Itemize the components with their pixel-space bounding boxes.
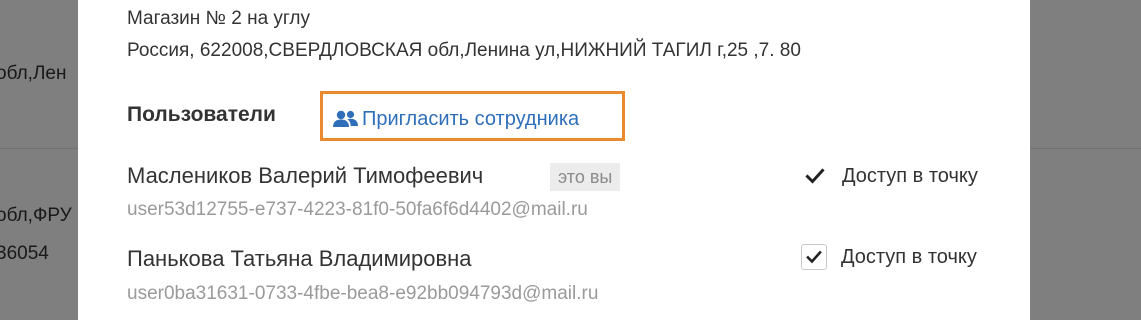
checkmark-icon [806,250,822,264]
user-email: user0ba31631-0733-4fbe-bea8-e92bb094793d… [127,283,599,304]
current-user-badge: это вы [550,163,621,191]
user-email: user53d12755-e737-4223-81f0-50fa6f6d4402… [127,199,588,220]
access-toggle[interactable]: Доступ в точку [801,243,977,271]
invite-employee-link[interactable]: Пригласить сотрудника [332,105,579,133]
access-label: Доступ в точку [842,164,978,187]
users-section-heading: Пользователи [127,103,276,126]
store-name: Магазин № 2 на углу [127,8,311,29]
invite-employee-label: Пригласить сотрудника [362,107,580,130]
store-address: Россия, 622008,СВЕРДЛОВСКАЯ обл,Ленина у… [127,40,801,61]
access-label: Доступ в точку [841,245,977,268]
user-name: Маслеников Валерий Тимофеевич [127,163,484,188]
checkmark-icon [804,165,826,187]
users-icon [333,110,358,127]
access-checkbox[interactable] [801,244,827,270]
user-name: Панькова Татьяна Владимировна [127,246,472,271]
store-details-modal: Магазин № 2 на углу Россия, 622008,СВЕРД… [78,0,1030,320]
access-indicator: Доступ в точку [804,162,978,190]
